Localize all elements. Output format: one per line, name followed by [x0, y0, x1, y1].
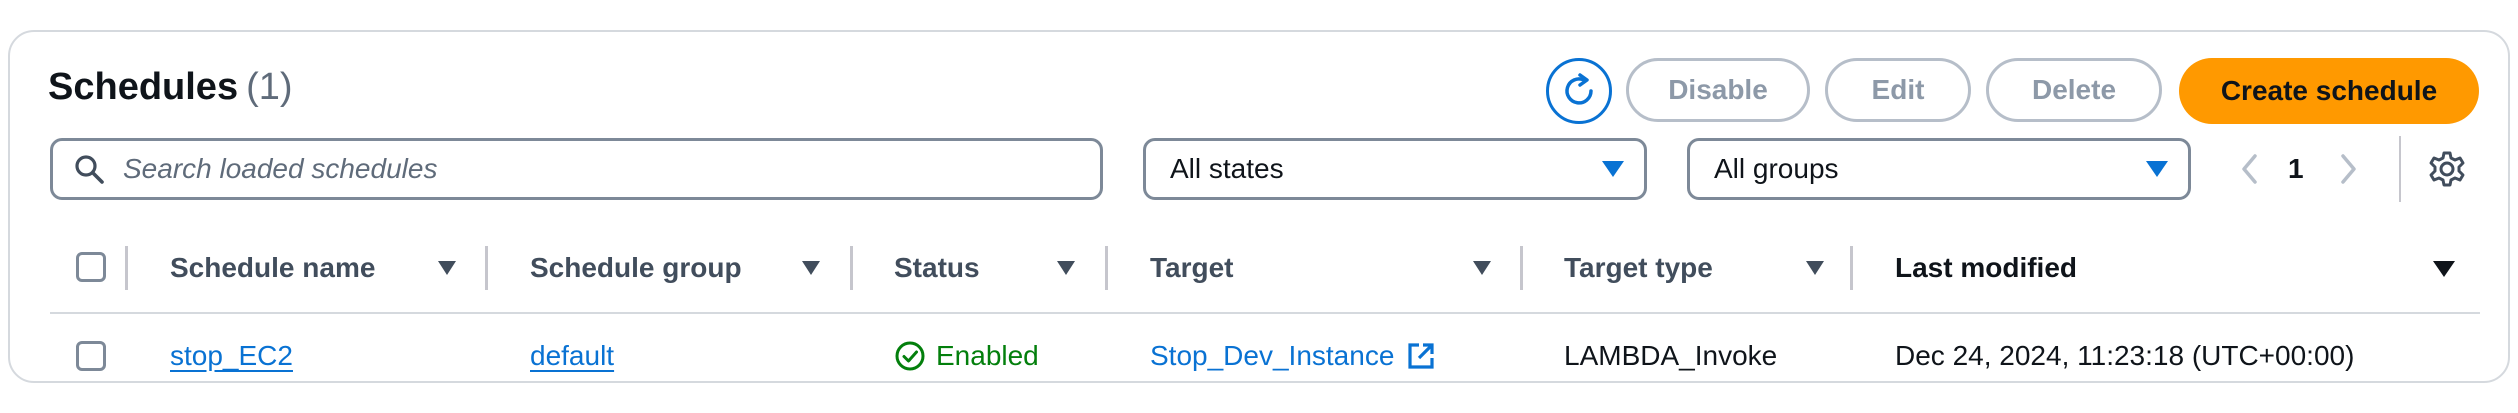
column-divider[interactable]: [1520, 246, 1523, 290]
status-text: Enabled: [936, 340, 1039, 371]
caret-down-icon: [1602, 161, 1624, 177]
edit-button[interactable]: Edit: [1825, 58, 1971, 122]
column-header-last-modified[interactable]: Last modified: [1895, 244, 2077, 292]
column-header-target-type[interactable]: Target type: [1564, 244, 1713, 292]
page-title: Schedules (1): [48, 66, 293, 109]
column-divider[interactable]: [1105, 246, 1108, 290]
sort-icon[interactable]: [438, 261, 456, 275]
refresh-button[interactable]: [1546, 58, 1612, 124]
states-select[interactable]: All states: [1143, 138, 1647, 200]
groups-select[interactable]: All groups: [1687, 138, 2191, 200]
column-header-schedule-name[interactable]: Schedule name: [170, 244, 375, 292]
sort-icon[interactable]: [1806, 261, 1824, 275]
header-divider: [50, 312, 2480, 314]
column-divider[interactable]: [850, 246, 853, 290]
page-number[interactable]: 1: [2288, 153, 2304, 185]
select-all-checkbox[interactable]: [76, 252, 106, 282]
sort-descending-icon[interactable]: [2433, 261, 2455, 277]
create-schedule-button[interactable]: Create schedule: [2179, 58, 2479, 124]
preferences-button[interactable]: [2428, 150, 2466, 193]
schedule-group-link[interactable]: default: [530, 340, 614, 372]
column-divider[interactable]: [1850, 246, 1853, 290]
table-row: stop_EC2: [170, 328, 293, 384]
title-text: Schedules: [48, 66, 239, 108]
status-indicator: Enabled: [894, 328, 1039, 384]
gear-icon: [2429, 151, 2465, 187]
search-icon: [75, 155, 104, 184]
sort-icon[interactable]: [802, 261, 820, 275]
search-input[interactable]: Search loaded schedules: [50, 138, 1103, 200]
disable-button[interactable]: Disable: [1626, 58, 1810, 122]
pagination: 1: [2236, 140, 2362, 198]
schedule-name-link[interactable]: stop_EC2: [170, 340, 293, 372]
sort-icon[interactable]: [1057, 261, 1075, 275]
target-type-cell: LAMBDA_Invoke: [1564, 340, 1778, 371]
last-modified-cell: Dec 24, 2024, 11:23:18 (UTC+00:00): [1895, 340, 2355, 371]
check-circle-icon: [895, 341, 925, 371]
states-select-value: All states: [1170, 153, 1284, 184]
column-header-status[interactable]: Status: [894, 244, 980, 292]
column-header-target[interactable]: Target: [1150, 244, 1234, 292]
refresh-icon: [1565, 73, 1593, 105]
sort-icon[interactable]: [1473, 261, 1491, 275]
column-divider: [125, 246, 128, 290]
row-checkbox[interactable]: [76, 341, 106, 371]
chevron-right-icon[interactable]: [2334, 151, 2362, 187]
column-divider[interactable]: [485, 246, 488, 290]
column-header-schedule-group[interactable]: Schedule group: [530, 244, 742, 292]
caret-down-icon: [2146, 161, 2168, 177]
target-link[interactable]: Stop_Dev_Instance: [1150, 340, 1394, 372]
search-placeholder: Search loaded schedules: [123, 153, 438, 184]
groups-select-value: All groups: [1714, 153, 1839, 184]
schedules-panel: Schedules (1) Disable Edit Delete Create …: [8, 30, 2510, 383]
external-link-icon[interactable]: [1406, 341, 1436, 371]
chevron-left-icon[interactable]: [2236, 151, 2264, 187]
schedule-count: (1): [246, 66, 293, 108]
divider: [2399, 136, 2401, 202]
delete-button[interactable]: Delete: [1986, 58, 2162, 122]
